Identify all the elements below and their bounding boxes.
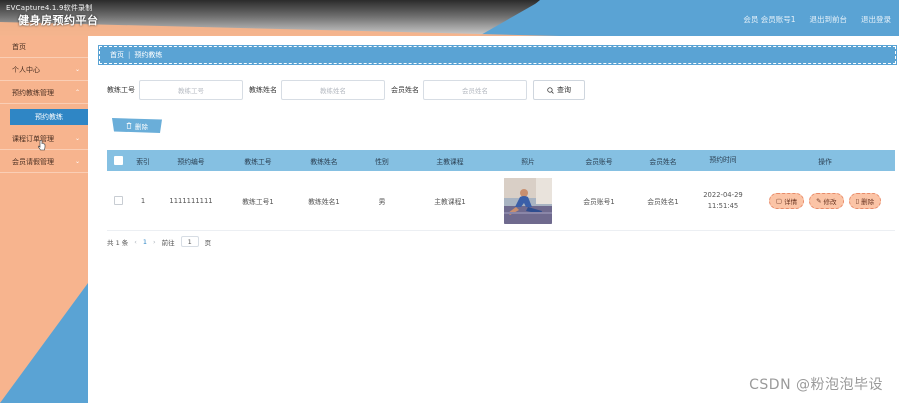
pager-total: 共 1 条 (107, 238, 129, 247)
detail-icon: ▢ (775, 196, 783, 205)
edit-button[interactable]: ✎ 修改 (809, 192, 844, 209)
sidebar-decoration (0, 283, 88, 403)
breadcrumb-home[interactable]: 首页 (110, 50, 124, 60)
breadcrumb-current: 预约教练 (134, 51, 163, 59)
search-button[interactable]: 查询 (533, 80, 585, 100)
top-header: EVCapture4.1.9软件录制 健身房预约平台 会员 会员账号1 退出到前… (0, 0, 899, 36)
chevron-down-icon: ⌄ (74, 158, 80, 165)
sidebar-item-home[interactable]: 首页 (0, 36, 88, 58)
row-select-cell (107, 196, 129, 205)
sidebar-item-profile[interactable]: 个人中心 ⌄ (0, 59, 88, 81)
sidebar-item-coach-booking[interactable]: 预约教练管理 ⌃ (0, 82, 88, 104)
breadcrumb: 首页 | 预约教练 (98, 45, 897, 65)
col-header: 索引 (136, 157, 150, 166)
coach-no-input[interactable]: 教练工号 (139, 80, 243, 100)
delete-label: 删除 (861, 197, 875, 206)
cell-coach-name: 教练姓名1 (308, 197, 340, 206)
select-all-cell (107, 156, 129, 165)
delete-button[interactable]: ▯ 删除 (848, 192, 882, 209)
cell-booking-no: 1111111111 (169, 196, 213, 205)
chevron-up-icon: ⌃ (74, 89, 80, 96)
batch-delete-button[interactable]: 删除 (112, 118, 162, 133)
col-header: 会员账号 (585, 157, 613, 166)
detail-label: 详情 (784, 197, 798, 206)
csdn-watermark: CSDN @粉泡泡毕设 (749, 377, 883, 393)
cell-booking-time: 2022-04-29 11:51:45 (703, 190, 743, 210)
table-header: 索引 预约编号 教练工号 教练姓名 性别 主教课程 照片 会员账号 会员姓名 预… (107, 150, 895, 171)
submenu-coach-booking: 预约教练 (0, 107, 88, 127)
col-header: 会员姓名 (649, 157, 677, 166)
logout-link[interactable]: 退出登录 (861, 14, 891, 25)
back-to-front-link[interactable]: 退出到前台 (810, 14, 848, 25)
pager-unit: 页 (204, 238, 212, 247)
hand-cursor-icon (38, 140, 46, 151)
main-content: 首页 | 预约教练 教练工号 教练工号 教练姓名 教练姓名 会员姓名 会员姓名 … (88, 36, 899, 403)
sidebar-item-label: 首页 (12, 42, 26, 51)
col-header: 照片 (521, 157, 535, 166)
pager-goto-input[interactable]: 1 (180, 236, 199, 247)
cell-coach-no: 教练工号1 (242, 197, 274, 206)
coach-name-input[interactable]: 教练姓名 (281, 80, 385, 100)
pagination: 共 1 条 ‹ 1 › 前往 1 页 (107, 236, 211, 247)
sidebar-item-label: 个人中心 (12, 65, 40, 74)
col-header: 预约编号 (177, 157, 205, 166)
top-links: 会员 会员账号1 退出到前台 退出登录 (743, 14, 891, 25)
sidebar-item-label: 课程订单管理 (12, 134, 54, 143)
coach-no-label: 教练工号 (107, 86, 135, 94)
edit-icon: ✎ (816, 196, 822, 205)
coach-photo[interactable] (504, 177, 552, 224)
current-user-link[interactable]: 会员 会员账号1 (743, 14, 795, 25)
cell-index: 1 (140, 196, 146, 205)
search-form: 教练工号 教练工号 教练姓名 教练姓名 会员姓名 会员姓名 查询 (107, 80, 585, 100)
sidebar-item-member-leave[interactable]: 会员请假管理 ⌄ (0, 151, 88, 173)
batch-delete-label: 删除 (135, 122, 148, 131)
member-name-label: 会员姓名 (391, 86, 419, 94)
cell-course: 主教课程1 (434, 197, 466, 206)
pager-goto-label: 前往 (161, 238, 175, 247)
cell-member-no: 会员账号1 (583, 197, 615, 206)
sidebar-item-label: 预约教练管理 (12, 88, 54, 97)
site-title: 健身房预约平台 (18, 14, 99, 27)
cell-member-name: 会员姓名1 (647, 197, 679, 206)
select-all-checkbox[interactable] (113, 156, 123, 165)
coach-name-label: 教练姓名 (249, 86, 277, 94)
col-header: 操作 (818, 157, 832, 166)
col-header: 性别 (375, 157, 389, 166)
pager-current-page[interactable]: 1 (143, 238, 147, 246)
chevron-down-icon: ⌄ (74, 135, 80, 142)
trash-icon (126, 122, 132, 129)
chevron-down-icon: ⌄ (74, 66, 80, 73)
booking-table: 索引 预约编号 教练工号 教练姓名 性别 主教课程 照片 会员账号 会员姓名 预… (107, 150, 895, 231)
search-icon (547, 86, 554, 94)
prev-page-icon[interactable]: ‹ (134, 238, 137, 246)
col-header: 教练姓名 (310, 157, 338, 166)
sidebar-item-label: 会员请假管理 (12, 157, 54, 166)
col-header: 主教课程 (436, 157, 464, 166)
edit-label: 修改 (823, 197, 837, 206)
member-name-input[interactable]: 会员姓名 (423, 80, 527, 100)
cell-sex: 男 (378, 197, 386, 206)
cell-photo (493, 177, 563, 224)
col-header: 教练工号 (244, 157, 272, 166)
cell-actions: ▢ 详情 ✎ 修改 ▯ 删除 (755, 192, 895, 209)
next-page-icon[interactable]: › (153, 238, 156, 246)
trash-icon: ▯ (855, 196, 860, 205)
sidebar: 首页 个人中心 ⌄ 预约教练管理 ⌃ 预约教练 课程订单管理 ⌄ 会员请假管理 … (0, 36, 88, 403)
detail-button[interactable]: ▢ 详情 (768, 192, 805, 209)
row-checkbox[interactable] (113, 196, 123, 205)
search-button-label: 查询 (557, 86, 571, 94)
col-header: 预约时间 (709, 156, 737, 164)
table-row: 1 1111111111 教练工号1 教练姓名1 男 主教课程1 会员账号1 会… (107, 171, 895, 231)
breadcrumb-separator: | (128, 51, 131, 59)
sidebar-subitem-coach-booking[interactable]: 预约教练 (10, 109, 88, 125)
